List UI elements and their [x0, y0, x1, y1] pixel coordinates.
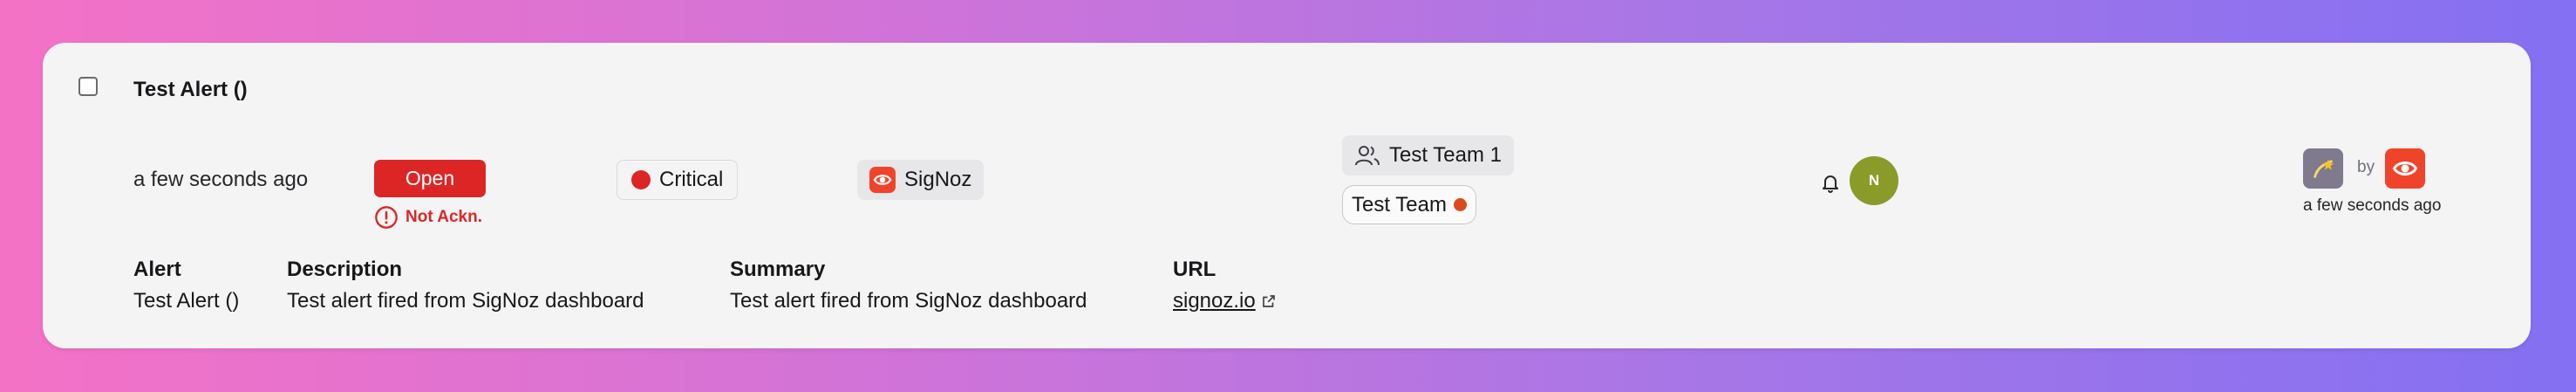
severity-dot-icon — [631, 170, 651, 189]
eye-icon — [2392, 161, 2418, 176]
external-link-icon[interactable] — [1261, 293, 1277, 309]
status-button[interactable]: Open — [374, 160, 486, 197]
alert-circle-icon — [375, 206, 398, 229]
url-link[interactable]: signoz.io — [1173, 289, 1277, 313]
ack-label: Not Ackn. — [405, 208, 482, 226]
severity-label: Critical — [659, 168, 724, 191]
team-dot-icon — [1453, 198, 1467, 211]
by-label: by — [2357, 158, 2375, 176]
actor-avatar — [2303, 148, 2343, 189]
team-chip-label: Test Team — [1352, 192, 1447, 217]
team-chip[interactable]: Test Team — [1342, 185, 1476, 224]
assignee-avatar[interactable]: N — [1850, 156, 1898, 205]
eye-icon — [869, 167, 896, 193]
activity-time: a few seconds ago — [2303, 196, 2442, 215]
detail-header-description: Description — [287, 258, 403, 281]
detail-alert-value: Test Alert () — [133, 289, 240, 313]
detail-header-summary: Summary — [730, 258, 826, 281]
team-label: Test Team 1 — [1389, 143, 1502, 167]
source-label: SigNoz — [904, 168, 972, 191]
detail-header-url: URL — [1173, 258, 1216, 281]
users-icon — [1355, 146, 1380, 166]
detail-header-alert: Alert — [133, 258, 181, 281]
source-avatar — [2385, 148, 2425, 189]
source-badge: SigNoz — [857, 160, 985, 200]
bell-icon[interactable] — [1820, 172, 1841, 193]
dizzy-icon — [2314, 159, 2334, 178]
severity-badge: Critical — [617, 160, 739, 200]
alert-time: a few seconds ago — [133, 168, 309, 191]
select-checkbox[interactable] — [78, 77, 98, 96]
ack-status: Not Ackn. — [374, 205, 482, 230]
alert-title[interactable]: Test Alert () — [133, 78, 248, 102]
url-link-text[interactable]: signoz.io — [1173, 289, 1256, 313]
detail-summary-value: Test alert fired from SigNoz dashboard — [730, 289, 1087, 313]
alert-card[interactable]: Test Alert () a few seconds ago Open Not… — [43, 43, 2531, 348]
detail-description-value: Test alert fired from SigNoz dashboard — [287, 289, 644, 313]
team-badge[interactable]: Test Team 1 — [1342, 135, 1514, 175]
